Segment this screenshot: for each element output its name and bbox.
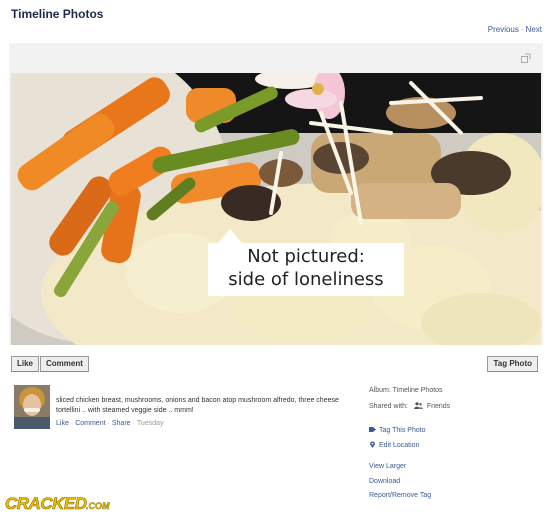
- caption-overlay: Not pictured: side of loneliness: [208, 229, 404, 296]
- edit-location-label: Edit Location: [379, 442, 420, 449]
- next-link[interactable]: Next: [526, 25, 542, 34]
- tag-photo-button[interactable]: Tag Photo: [487, 356, 538, 372]
- friends-icon: [413, 402, 423, 409]
- post-sep-1: ·: [70, 420, 74, 427]
- pager-separator: ·: [520, 25, 524, 34]
- tag-icon: [369, 427, 376, 432]
- comment-button[interactable]: Comment: [40, 356, 89, 372]
- page-title: Timeline Photos: [11, 7, 104, 21]
- post-like-link[interactable]: Like: [56, 420, 69, 427]
- post-timestamp[interactable]: Tuesday: [137, 420, 164, 427]
- expand-icon[interactable]: [521, 53, 531, 63]
- album-row: Album: Timeline Photos: [369, 387, 443, 394]
- post-share-link[interactable]: Share: [112, 420, 131, 427]
- view-larger-link[interactable]: View Larger: [369, 463, 406, 470]
- food-photo-image: [11, 73, 541, 345]
- location-pin-icon: [370, 441, 375, 448]
- tag-this-photo-link[interactable]: Tag This Photo: [369, 426, 426, 434]
- post-caption: sliced chicken breast, mushrooms, onions…: [56, 397, 339, 414]
- post-actions: Like · Comment · Share · Tuesday: [56, 420, 164, 427]
- shared-row: Shared with: Friends: [369, 402, 450, 410]
- shared-value[interactable]: Friends: [427, 403, 450, 410]
- previous-link[interactable]: Previous: [488, 25, 519, 34]
- album-label: Album:: [369, 387, 391, 394]
- svg-text:.COM: .COM: [86, 501, 110, 511]
- shared-label: Shared with:: [369, 403, 408, 410]
- food-photo[interactable]: [11, 73, 541, 345]
- post-sep-2: ·: [107, 420, 110, 427]
- avatar[interactable]: [14, 385, 50, 429]
- edit-location-link[interactable]: Edit Location: [369, 441, 419, 449]
- post-sep-3: ·: [132, 420, 135, 427]
- photo-action-bar: Like Comment Tag Photo: [11, 352, 541, 376]
- like-button[interactable]: Like: [11, 356, 40, 372]
- post-comment-link[interactable]: Comment: [75, 420, 105, 427]
- report-remove-tag-link[interactable]: Report/Remove Tag: [369, 492, 431, 499]
- album-link[interactable]: Timeline Photos: [393, 387, 443, 394]
- download-link[interactable]: Download: [369, 478, 400, 485]
- caption-overlay-line-2: side of loneliness: [228, 269, 384, 290]
- tag-this-photo-label: Tag This Photo: [379, 427, 426, 434]
- svg-text:CRACKED: CRACKED: [5, 494, 87, 513]
- caption-overlay-line-1: Not pictured:: [247, 246, 365, 267]
- cracked-logo: CRACKED .COM: [5, 494, 110, 514]
- photo-pager: Previous · Next: [488, 25, 542, 34]
